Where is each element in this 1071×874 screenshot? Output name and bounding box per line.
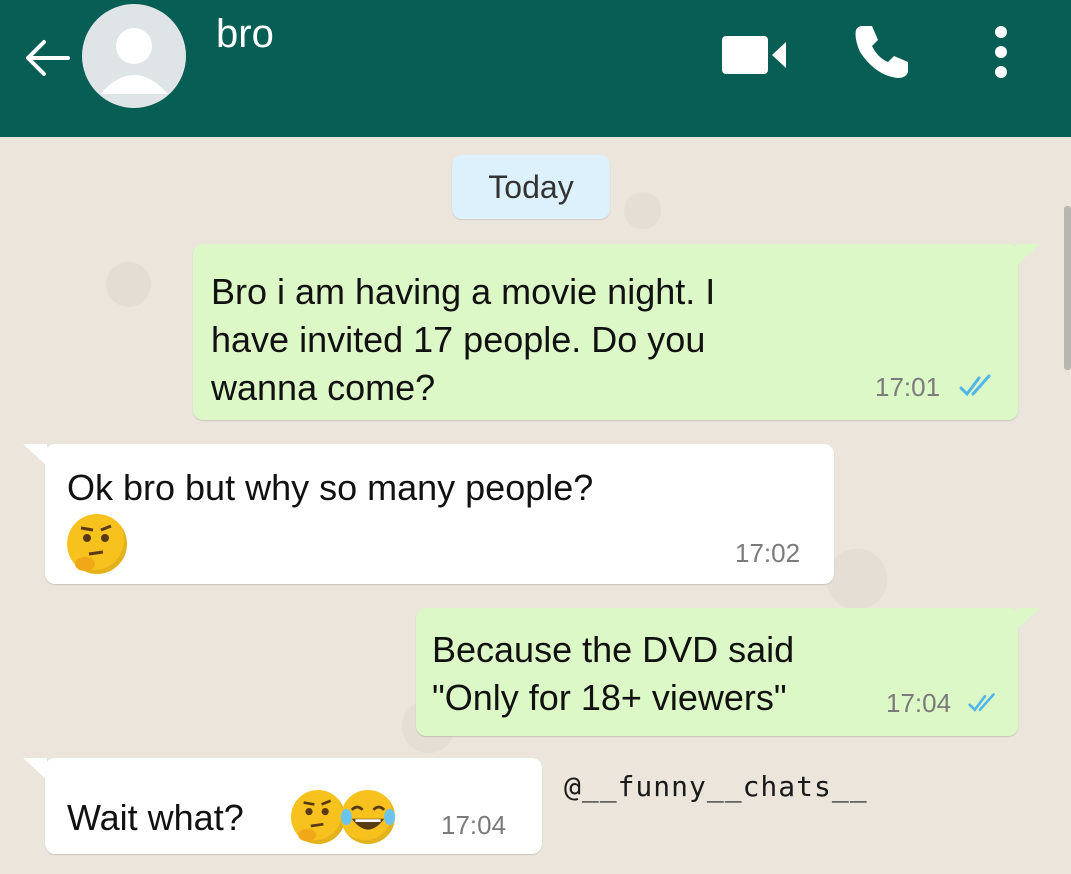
message-outgoing[interactable]: Bro i am having a movie night. I have in… bbox=[193, 244, 1040, 420]
date-chip: Today bbox=[452, 155, 610, 219]
double-check-icon bbox=[968, 693, 995, 712]
message-time: 17:01 bbox=[875, 372, 941, 402]
message-outgoing[interactable]: Because the DVD said "Only for 18+ viewe… bbox=[416, 608, 1040, 736]
phone-icon[interactable] bbox=[852, 22, 910, 80]
message-text: Bro i am having a movie night. I have in… bbox=[211, 271, 716, 408]
message-incoming[interactable]: Wait what? 17:04 bbox=[23, 758, 542, 854]
message-time: 17:04 bbox=[886, 688, 952, 718]
message-time: 17:02 bbox=[735, 538, 801, 568]
avatar[interactable] bbox=[82, 4, 186, 108]
chat-header: bro bbox=[0, 0, 1071, 137]
message-time: 17:04 bbox=[441, 810, 507, 840]
watermark: @__funny__chats__ bbox=[564, 770, 868, 803]
message-text: Ok bro but why so many people? bbox=[67, 467, 594, 508]
person-avatar-icon bbox=[100, 28, 168, 94]
contact-name[interactable]: bro bbox=[216, 12, 274, 57]
double-check-icon bbox=[959, 374, 991, 397]
message-text: Because the DVD said "Only for 18+ viewe… bbox=[432, 629, 795, 718]
video-call-icon[interactable] bbox=[720, 32, 788, 78]
message-text: Wait what? bbox=[67, 797, 244, 838]
scrollbar[interactable] bbox=[1064, 206, 1071, 370]
arrow-left-icon[interactable] bbox=[20, 36, 72, 80]
thinking-face-icon bbox=[291, 790, 345, 844]
tears-of-joy-icon bbox=[341, 790, 395, 844]
message-incoming[interactable]: Ok bro but why so many people? 17:02 bbox=[23, 444, 834, 584]
more-vertical-icon[interactable] bbox=[990, 22, 1012, 82]
thinking-face-icon bbox=[67, 514, 127, 574]
